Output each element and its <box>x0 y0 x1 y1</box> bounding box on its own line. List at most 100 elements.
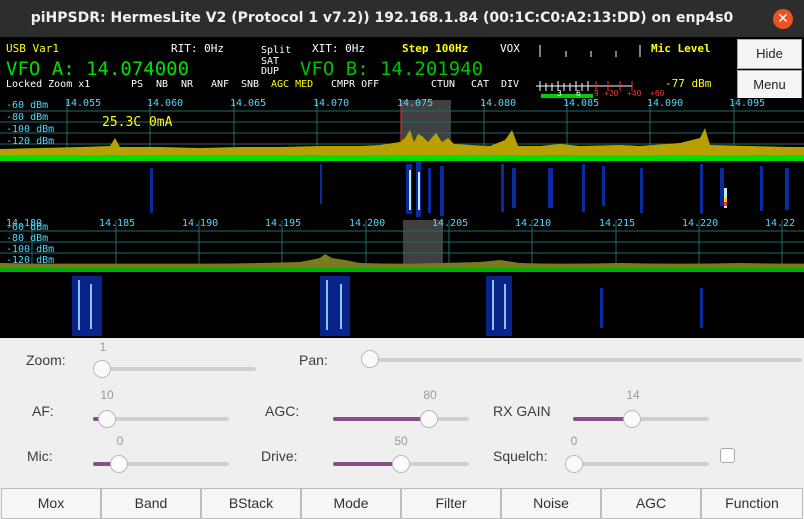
filter-button[interactable]: Filter <box>401 488 501 519</box>
rit-label[interactable]: RIT: 0Hz <box>171 42 224 55</box>
af-label: AF: <box>32 403 54 419</box>
vfo-b-frequency[interactable]: VFO B: 14.201940 <box>300 58 483 80</box>
snb-status[interactable]: SNB <box>241 79 259 90</box>
freq-tick-14065: 14.065 <box>230 98 267 109</box>
div-status[interactable]: DIV <box>501 79 519 90</box>
dbm2-label-100: -100 dBm <box>6 244 55 255</box>
dbm-label-120: -120 dBm <box>6 136 55 147</box>
window-title: piHPSDR: HermesLite V2 (Protocol 1 v7.2)… <box>30 10 734 26</box>
dbm-label-80: -80 dBm <box>6 112 49 123</box>
mode-filter-label[interactable]: USB Var1 <box>6 42 59 55</box>
squelch-slider-knob[interactable] <box>565 455 583 473</box>
radio-display: USB Var1 RIT: 0Hz Split SAT DUP XIT: 0Hz… <box>0 37 804 338</box>
agc-gain-slider-knob[interactable] <box>420 410 438 428</box>
squelch-slider[interactable] <box>573 462 709 466</box>
pan-label: Pan: <box>299 352 328 368</box>
meter-scale-3: 3 <box>557 89 562 98</box>
freq-tick-1422: 14.22 <box>765 218 796 229</box>
meter-scale-20: +20 <box>604 89 619 98</box>
zoom-value: 1 <box>99 340 107 354</box>
pan-slider-knob[interactable] <box>361 350 379 368</box>
agc-button[interactable]: AGC <box>601 488 701 519</box>
freq-tick-14080: 14.080 <box>480 98 517 109</box>
af-slider-knob[interactable] <box>98 410 116 428</box>
meter-scale-40: +40 <box>627 89 642 98</box>
mox-button[interactable]: Mox <box>1 488 101 519</box>
freq-tick-14090: 14.090 <box>647 98 684 109</box>
freq-tick-14200: 14.200 <box>349 218 386 229</box>
window-titlebar: piHPSDR: HermesLite V2 (Protocol 1 v7.2)… <box>0 0 804 37</box>
vfo-a-frequency[interactable]: VFO A: 14.074000 <box>6 58 189 80</box>
split-label[interactable]: Split <box>261 45 291 56</box>
freq-tick-14070: 14.070 <box>313 98 350 109</box>
rx-gain-label: RX GAIN <box>493 403 551 419</box>
freq-tick-14210: 14.210 <box>515 218 552 229</box>
af-value: 10 <box>100 388 114 402</box>
ctun-status[interactable]: CTUN <box>431 79 455 90</box>
freq-tick-14215: 14.215 <box>599 218 636 229</box>
step-label[interactable]: Step 100Hz <box>402 42 468 55</box>
noise-button[interactable]: Noise <box>501 488 601 519</box>
cat-status[interactable]: CAT <box>471 79 489 90</box>
meter-scale-6: 6 <box>576 89 581 98</box>
freq-tick-14205: 14.205 <box>432 218 469 229</box>
dup-label[interactable]: DUP <box>261 66 279 77</box>
agc-gain-label: AGC: <box>265 403 300 419</box>
freq-tick-14195: 14.195 <box>265 218 302 229</box>
band-button[interactable]: Band <box>101 488 201 519</box>
agc-gain-slider[interactable] <box>333 417 469 421</box>
meter-scale-9: 9 <box>594 89 599 98</box>
hide-button[interactable]: Hide <box>737 39 802 69</box>
freq-tick-14185: 14.185 <box>99 218 136 229</box>
bstack-button[interactable]: BStack <box>201 488 301 519</box>
freq-tick-14055: 14.055 <box>65 98 102 109</box>
dbm2-label-80: -80 dBm <box>6 233 49 244</box>
freq-tick-14085: 14.085 <box>563 98 600 109</box>
zoom-slider-knob[interactable] <box>93 360 111 378</box>
mic-slider-knob[interactable] <box>110 455 128 473</box>
ps-status[interactable]: PS <box>131 79 143 90</box>
function-button[interactable]: Function <box>701 488 803 519</box>
rx-gain-slider-knob[interactable] <box>623 410 641 428</box>
menu-button[interactable]: Menu <box>737 70 802 100</box>
close-icon[interactable]: ✕ <box>773 9 793 29</box>
rx-gain-slider[interactable] <box>573 417 709 421</box>
xit-label[interactable]: XIT: 0Hz <box>312 42 365 55</box>
dbm-label-60: -60 dBm <box>6 100 49 111</box>
zoom-slider[interactable] <box>93 367 256 371</box>
freq-tick-14220: 14.220 <box>682 218 719 229</box>
pan-slider[interactable] <box>361 358 802 362</box>
nr-status[interactable]: NR <box>181 79 193 90</box>
dbm2-label-60: -60 dBm <box>6 222 49 233</box>
squelch-enable-checkbox[interactable] <box>720 448 735 463</box>
mode-button[interactable]: Mode <box>301 488 401 519</box>
zoom-label: Zoom: <box>26 352 66 368</box>
signal-level-readout: -77 dBm <box>665 77 712 90</box>
mic-value: 0 <box>116 434 124 448</box>
vox-label[interactable]: VOX <box>500 42 520 55</box>
locked-zoom-status[interactable]: Locked Zoom x1 <box>6 79 90 90</box>
mic-label: Mic: <box>27 448 53 464</box>
panadapter-2[interactable] <box>0 218 804 338</box>
drive-slider-knob[interactable] <box>392 455 410 473</box>
squelch-label: Squelch: <box>493 448 548 464</box>
nb-status[interactable]: NB <box>156 79 168 90</box>
squelch-value: 0 <box>570 434 578 448</box>
freq-tick-14095: 14.095 <box>729 98 766 109</box>
dbm-label-100: -100 dBm <box>6 124 55 135</box>
freq-tick-14190: 14.190 <box>182 218 219 229</box>
meter-scale-60: +60 <box>650 89 665 98</box>
drive-value: 50 <box>394 434 408 448</box>
controls-panel: Zoom: 1 Pan: AF: 10 AGC: 80 RX GAIN 14 M… <box>0 338 804 488</box>
rx-gain-value: 14 <box>626 388 640 402</box>
cmpr-status[interactable]: CMPR OFF <box>331 79 379 90</box>
function-button-bar: Mox Band BStack Mode Filter Noise AGC Fu… <box>0 488 804 519</box>
freq-tick-14075: 14.075 <box>397 98 434 109</box>
dbm2-label-120: -120 dBm <box>6 255 55 266</box>
anf-status[interactable]: ANF <box>211 79 229 90</box>
agc-status[interactable]: AGC MED <box>271 79 313 90</box>
drive-label: Drive: <box>261 448 298 464</box>
freq-tick-14060: 14.060 <box>147 98 184 109</box>
agc-gain-value: 80 <box>423 388 437 402</box>
temperature-current-readout: 25.3C 0mA <box>102 115 173 130</box>
